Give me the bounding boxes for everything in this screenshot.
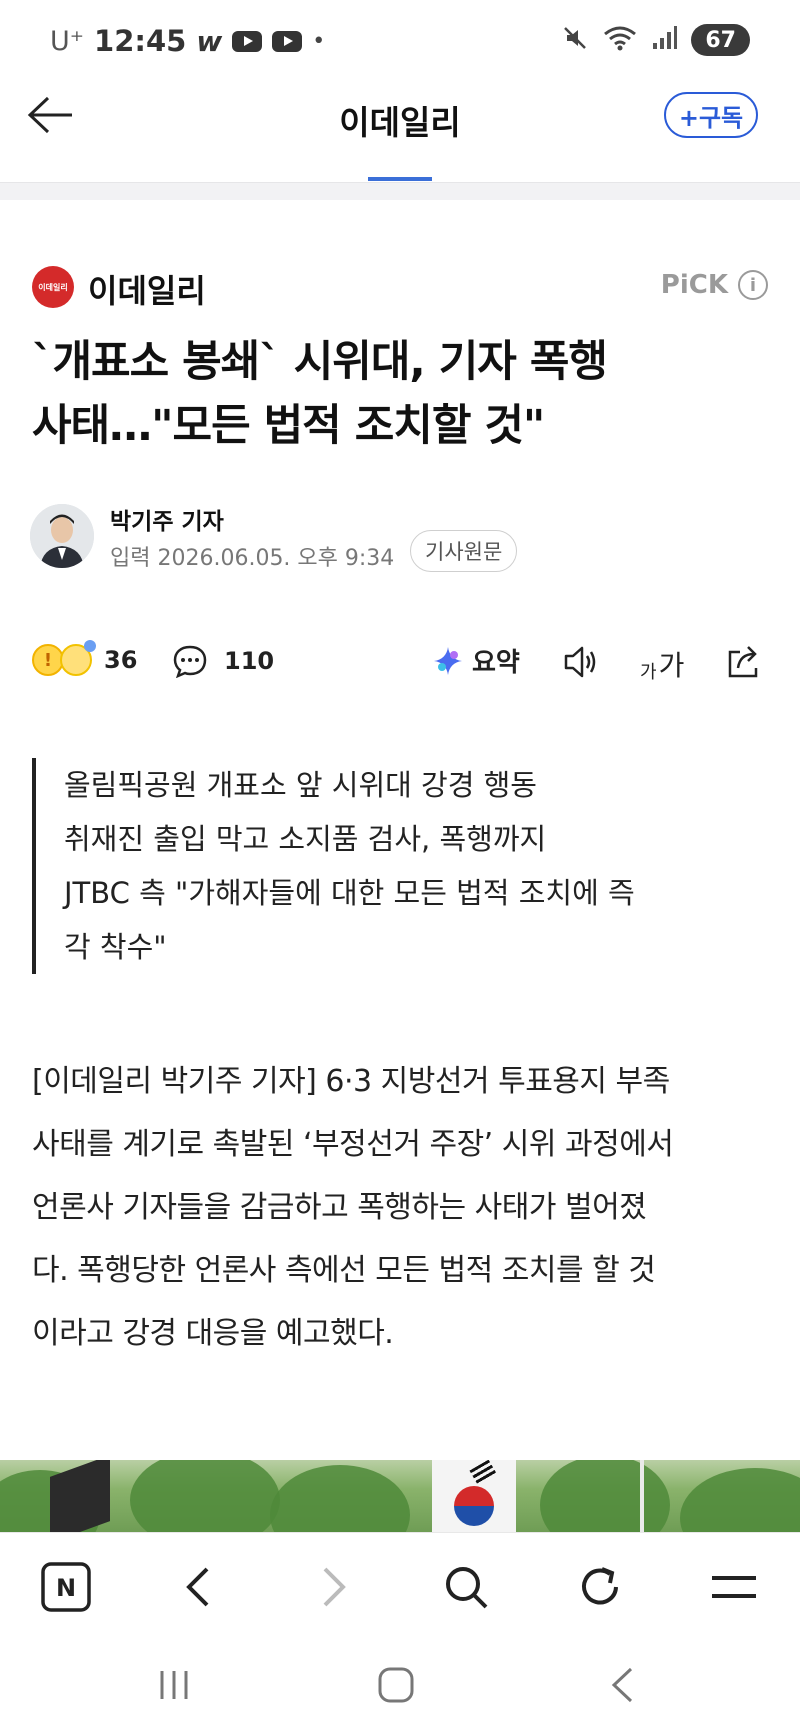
browser-refresh-button[interactable] bbox=[570, 1559, 630, 1615]
tree-foliage bbox=[540, 1460, 670, 1532]
subscribe-button[interactable]: +구독 bbox=[664, 92, 758, 138]
carrier-label: U⁺ bbox=[50, 25, 85, 57]
article-headline: `개표소 봉쇄` 시위대, 기자 폭행 사태…"모든 법적 조치할 것" bbox=[32, 330, 772, 458]
summary-line: 각 착수" bbox=[64, 930, 167, 964]
naver-home-button[interactable]: N bbox=[36, 1559, 96, 1615]
youtube-icon bbox=[232, 30, 263, 52]
speaker-icon bbox=[564, 646, 596, 678]
share-icon bbox=[728, 646, 758, 678]
home-icon bbox=[378, 1667, 414, 1703]
summary-line: JTBC 측 "가해자들에 대한 모든 법적 조치에 즉 bbox=[64, 876, 635, 910]
browser-toolbar: N bbox=[0, 1532, 800, 1636]
youtube-icon bbox=[272, 30, 303, 52]
browser-search-button[interactable] bbox=[436, 1559, 496, 1615]
recent-apps-icon bbox=[160, 1671, 188, 1699]
more-notifications-dot: • bbox=[312, 28, 326, 54]
comment-button[interactable]: 110 bbox=[172, 644, 274, 678]
press-name[interactable]: 이데일리 bbox=[88, 266, 206, 312]
body-line: 언론사 기자들을 감금하고 폭행하는 사태가 벌어졌 bbox=[32, 1190, 647, 1225]
naver-letter: N bbox=[56, 1574, 76, 1602]
share-button[interactable] bbox=[724, 642, 764, 686]
flag-pole bbox=[640, 1460, 644, 1532]
font-size-large-label: 가 bbox=[658, 649, 685, 682]
article-body: [이데일리 박기주 기자] 6·3 지방선거 투표용지 부족 사태를 계기로 촉… bbox=[32, 1050, 776, 1365]
tree-foliage bbox=[130, 1460, 280, 1532]
battery-level: 67 bbox=[691, 24, 750, 56]
system-back-icon bbox=[611, 1667, 633, 1703]
original-article-button[interactable]: 기사원문 bbox=[410, 530, 518, 572]
article-photo[interactable] bbox=[0, 1460, 800, 1532]
tree-foliage bbox=[680, 1468, 800, 1532]
article-actions: ! 36 110 요약 가 가 bbox=[32, 640, 768, 690]
recent-apps-button[interactable] bbox=[144, 1660, 204, 1710]
section-divider bbox=[0, 182, 800, 200]
mute-icon bbox=[561, 24, 589, 56]
summary-button[interactable]: 요약 bbox=[432, 642, 520, 679]
status-bar: U⁺ 12:45 w • 67 bbox=[0, 0, 800, 90]
home-button[interactable] bbox=[366, 1660, 426, 1710]
summary-line: 올림픽공원 개표소 앞 시위대 강경 행동 bbox=[64, 768, 537, 802]
ai-summary-icon bbox=[434, 646, 462, 675]
menu-icon bbox=[712, 1576, 756, 1598]
system-back-button[interactable] bbox=[592, 1660, 652, 1710]
browser-forward-button[interactable] bbox=[304, 1559, 364, 1615]
tts-button[interactable] bbox=[562, 642, 602, 686]
refresh-icon bbox=[582, 1567, 618, 1605]
naver-home-icon: N bbox=[41, 1562, 91, 1612]
body-line: 사태를 계기로 촉발된 ‘부정선거 주장’ 시위 과정에서 bbox=[32, 1127, 674, 1162]
reaction-button[interactable]: ! 36 bbox=[32, 640, 138, 676]
summary-label: 요약 bbox=[472, 648, 520, 678]
protest-banner bbox=[50, 1460, 110, 1532]
search-icon bbox=[446, 1567, 488, 1609]
app-bar: 이데일리 +구독 bbox=[0, 90, 800, 182]
tab-indicator bbox=[368, 177, 432, 181]
font-size-small-label: 가 bbox=[640, 662, 657, 683]
tree-foliage bbox=[270, 1465, 410, 1532]
status-left: U⁺ 12:45 w • bbox=[50, 24, 325, 58]
headline-line: `개표소 봉쇄` 시위대, 기자 폭행 bbox=[32, 337, 608, 387]
byline: 박기주 기자 입력 2026.06.05. 오후 9:34 기사원문 bbox=[30, 500, 770, 580]
smile-emoji-icon bbox=[60, 640, 96, 676]
system-nav-bar bbox=[0, 1636, 800, 1734]
press-logo[interactable]: 이데일리 bbox=[32, 266, 74, 308]
body-line: 다. 폭행당한 언론사 측에선 모든 법적 조치를 할 것 bbox=[32, 1253, 656, 1288]
summary-line: 취재진 출입 막고 소지품 검사, 폭행까지 bbox=[64, 822, 547, 856]
app-notification-icon: w bbox=[196, 24, 223, 58]
signal-icon bbox=[651, 25, 678, 55]
headline-line: 사태…"모든 법적 조치할 것" bbox=[32, 401, 545, 451]
reporter-avatar[interactable] bbox=[30, 504, 94, 568]
back-button[interactable] bbox=[26, 90, 86, 140]
pick-label: PiCK bbox=[660, 270, 728, 300]
publish-date: 입력 2026.06.05. 오후 9:34 bbox=[110, 546, 395, 571]
comment-icon bbox=[173, 645, 207, 678]
chevron-right-icon bbox=[323, 1567, 346, 1607]
pick-badge[interactable]: PiCK i bbox=[661, 270, 768, 300]
reporter-name[interactable]: 박기주 기자 bbox=[110, 502, 224, 536]
flag-trigram bbox=[469, 1460, 497, 1485]
article-summary: 올림픽공원 개표소 앞 시위대 강경 행동 취재진 출입 막고 소지품 검사, … bbox=[32, 758, 772, 974]
reaction-count: 36 bbox=[104, 646, 138, 674]
body-line: 이라고 강경 대응을 예고했다. bbox=[32, 1316, 394, 1351]
body-line: [이데일리 박기주 기자] 6·3 지방선거 투표용지 부족 bbox=[32, 1064, 670, 1099]
wifi-icon bbox=[603, 24, 637, 56]
info-icon[interactable]: i bbox=[738, 270, 768, 300]
status-right: 67 bbox=[561, 24, 750, 56]
chevron-left-icon bbox=[186, 1567, 209, 1607]
status-time: 12:45 bbox=[94, 24, 187, 58]
back-arrow-icon bbox=[27, 96, 72, 134]
flag-taeguk bbox=[454, 1486, 494, 1526]
comment-count: 110 bbox=[224, 647, 275, 675]
browser-back-button[interactable] bbox=[168, 1559, 228, 1615]
browser-menu-button[interactable] bbox=[704, 1559, 764, 1615]
press-header: 이데일리 이데일리 PiCK i bbox=[32, 262, 768, 312]
korean-flag bbox=[432, 1460, 516, 1532]
font-size-button[interactable]: 가 가 bbox=[640, 644, 684, 684]
